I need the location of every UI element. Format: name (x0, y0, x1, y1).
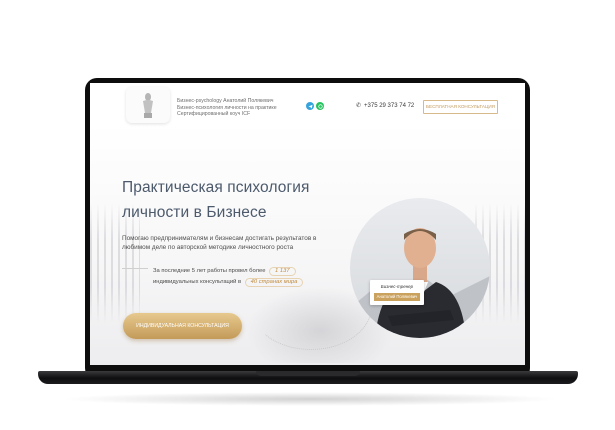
portrait-circle (350, 198, 490, 338)
laptop-shadow (60, 392, 560, 406)
website-screen: Бизнес-psychology Анатолий Полякевич Биз… (90, 83, 525, 365)
person-role: Бизнес-тренер (380, 284, 414, 289)
site-header: Бизнес-psychology Анатолий Полякевич Биз… (90, 83, 525, 123)
header-tagline: Бизнес-psychology Анатолий Полякевич Биз… (177, 98, 277, 118)
phone-icon: ✆ (356, 103, 362, 109)
hero-description: Помогаю предпринимателям и бизнесам дост… (122, 235, 316, 252)
tagline-line: Бизнес-psychology Анатолий Полякевич (177, 98, 274, 104)
stat-count-badge: 1 137 (269, 267, 296, 276)
description-line: любимом деле по авторской методике лично… (122, 243, 294, 251)
laptop-base-notch (256, 371, 360, 376)
hero-stat: За последние 5 лет работы провел более 1… (153, 266, 304, 288)
whatsapp-icon[interactable] (316, 102, 324, 110)
logo-figure-icon (143, 93, 153, 118)
header-phone-link[interactable]: ✆ +375 29 373 74 72 (356, 102, 414, 109)
headline-line: Практическая психология (122, 179, 310, 196)
person-photo (350, 228, 490, 338)
free-consultation-button[interactable]: БЕСПЛАТНАЯ КОНСУЛЬТАЦИЯ (423, 100, 498, 114)
stat-countries-badge: 40 странах мира (244, 278, 304, 287)
person-name: Анатолий Полякевич (374, 293, 420, 301)
site-logo[interactable] (126, 87, 170, 123)
name-card: Бизнес-тренер Анатолий Полякевич (370, 280, 424, 305)
individual-consultation-button[interactable]: ИНДИВИДУАЛЬНАЯ КОНСУЛЬТАЦИЯ (123, 313, 242, 339)
phone-number: +375 29 373 74 72 (364, 103, 415, 109)
tagline-line: Сертифицированный коуч ICF (177, 111, 251, 118)
telegram-icon[interactable] (306, 102, 314, 110)
hero-headline: Практическая психология личности в Бизне… (122, 175, 309, 225)
stat-mid: индивидуальных консультаций в (153, 279, 242, 285)
description-line: Помогаю предпринимателям и бизнесам дост… (122, 235, 317, 242)
stat-prefix: За последние 5 лет работы провел более (153, 268, 266, 274)
stat-divider (122, 268, 148, 269)
headline-line: личности в Бизнесе (122, 204, 267, 221)
